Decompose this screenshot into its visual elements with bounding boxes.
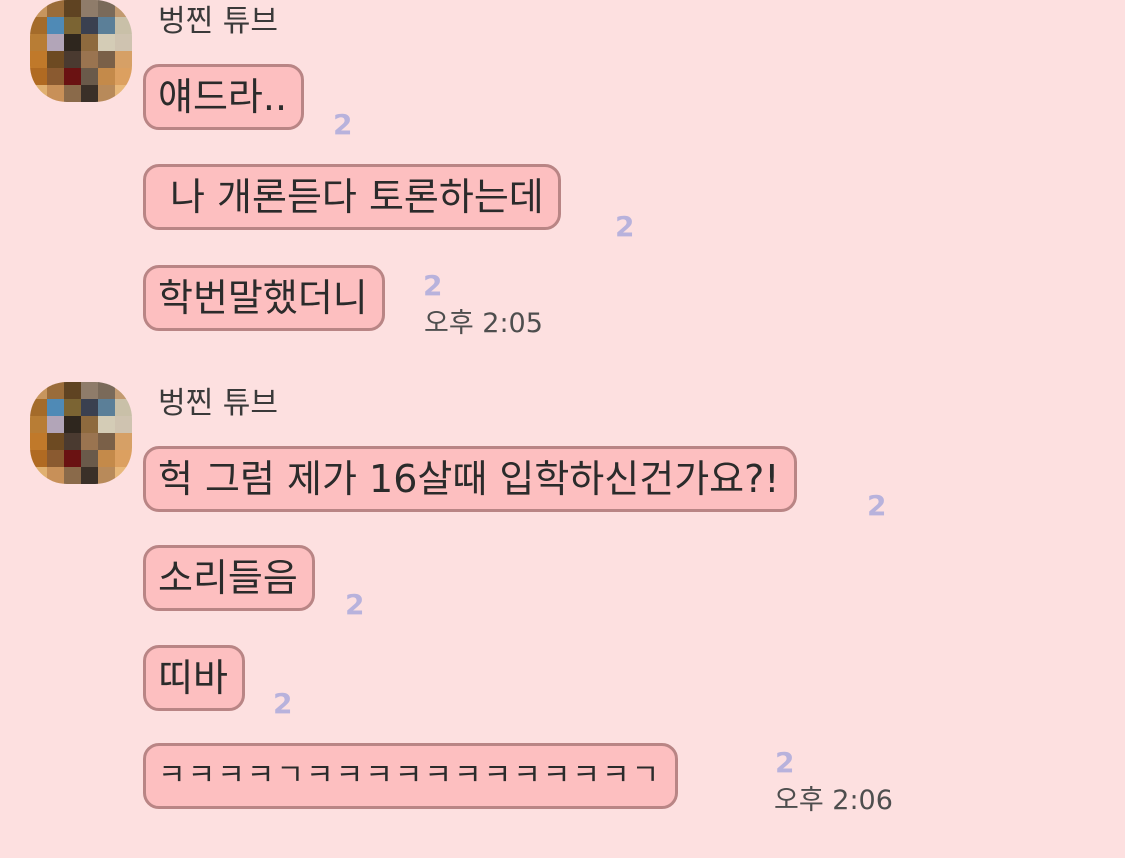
avatar-pixel [98,382,115,399]
avatar-pixel [98,85,115,102]
avatar-pixel [115,433,132,450]
avatar-pixel [81,34,98,51]
message-timestamp: 오후 2:06 [774,785,893,816]
avatar-pixel [115,416,132,433]
avatar-pixel [115,68,132,85]
avatar-pixel [81,467,98,484]
avatar-pixel [98,34,115,51]
message-bubble[interactable]: 얘드라.. [143,64,305,130]
avatar-pixel [115,51,132,68]
avatar-pixel [64,17,81,34]
avatar-pixel [47,85,64,102]
avatar-pixel [64,433,81,450]
avatar-pixel [115,399,132,416]
avatar-pixel [81,416,98,433]
avatar-pixel [47,416,64,433]
avatar-pixel [30,51,47,68]
avatar-pixel [64,85,81,102]
avatar-pixel [81,17,98,34]
avatar-pixel [81,382,98,399]
avatar-pixel [115,382,132,399]
avatar-pixel [98,467,115,484]
avatar-pixel [30,467,47,484]
avatar-pixel [64,399,81,416]
avatar-pixel [81,85,98,102]
avatar-pixel [98,0,115,17]
avatar-pixel [98,17,115,34]
message-bubble[interactable]: 나 개론듣다 토론하는데 [143,164,561,230]
avatar-pixel [30,85,47,102]
avatar-pixel [98,416,115,433]
avatar-pixel [115,17,132,34]
avatar-pixel [64,0,81,17]
avatar-pixel [115,450,132,467]
message-bubble[interactable]: ㅋㅋㅋㅋㄱㅋㅋㅋㅋㅋㅋㅋㅋㅋㅋㅋㄱ [143,743,679,809]
avatar-pixel [30,0,47,17]
avatar-pixel [115,0,132,17]
unread-count: 2 [345,588,365,621]
avatar-pixel [64,34,81,51]
avatar-pixel [98,399,115,416]
avatar-pixel [47,382,64,399]
avatar-pixel [98,433,115,450]
avatar-pixel [115,34,132,51]
avatar-pixel [30,34,47,51]
avatar-pixel [47,399,64,416]
avatar-pixel [98,450,115,467]
unread-count: 2 [615,210,635,243]
message-timestamp: 오후 2:05 [424,308,543,339]
avatar-pixel [30,382,47,399]
sender-name: 벙찐 튜브 [158,4,278,39]
avatar-pixel [47,34,64,51]
avatar-pixel [47,467,64,484]
avatar-pixel [81,51,98,68]
avatar-pixel [98,51,115,68]
avatar-pixel [47,68,64,85]
avatar-pixel [30,416,47,433]
unread-count: 2 [867,489,887,522]
avatar-pixel [64,382,81,399]
avatar-pixel [30,450,47,467]
avatar-pixel [81,399,98,416]
avatar-pixel [30,433,47,450]
unread-count: 2 [423,269,443,302]
avatar-pixel [30,399,47,416]
avatar-pixel [64,467,81,484]
avatar-icon[interactable] [30,382,132,484]
avatar-pixel [115,85,132,102]
avatar-pixel [47,17,64,34]
avatar-pixel [81,0,98,17]
avatar-pixel [81,68,98,85]
avatar-pixel [64,450,81,467]
avatar-pixel [47,51,64,68]
unread-count: 2 [775,746,795,779]
unread-count: 2 [273,687,293,720]
avatar-pixel [81,450,98,467]
avatar-pixel [98,68,115,85]
avatar-pixel [115,467,132,484]
sender-name: 벙찐 튜브 [158,386,278,421]
avatar-pixel [64,51,81,68]
avatar-pixel [47,450,64,467]
unread-count: 2 [333,108,353,141]
avatar-icon[interactable] [30,0,132,102]
message-bubble[interactable]: 띠바 [143,645,245,711]
avatar-pixel [47,0,64,17]
message-bubble[interactable]: 헉 그럼 제가 16살때 입학하신건가요?! [143,446,797,512]
avatar-pixel [47,433,64,450]
avatar-pixel [30,68,47,85]
message-bubble[interactable]: 소리들음 [143,545,315,611]
avatar-pixel [30,17,47,34]
message-bubble[interactable]: 학번말했더니 [143,265,385,331]
avatar-pixel [64,68,81,85]
avatar-pixel [81,433,98,450]
avatar-pixel [64,416,81,433]
